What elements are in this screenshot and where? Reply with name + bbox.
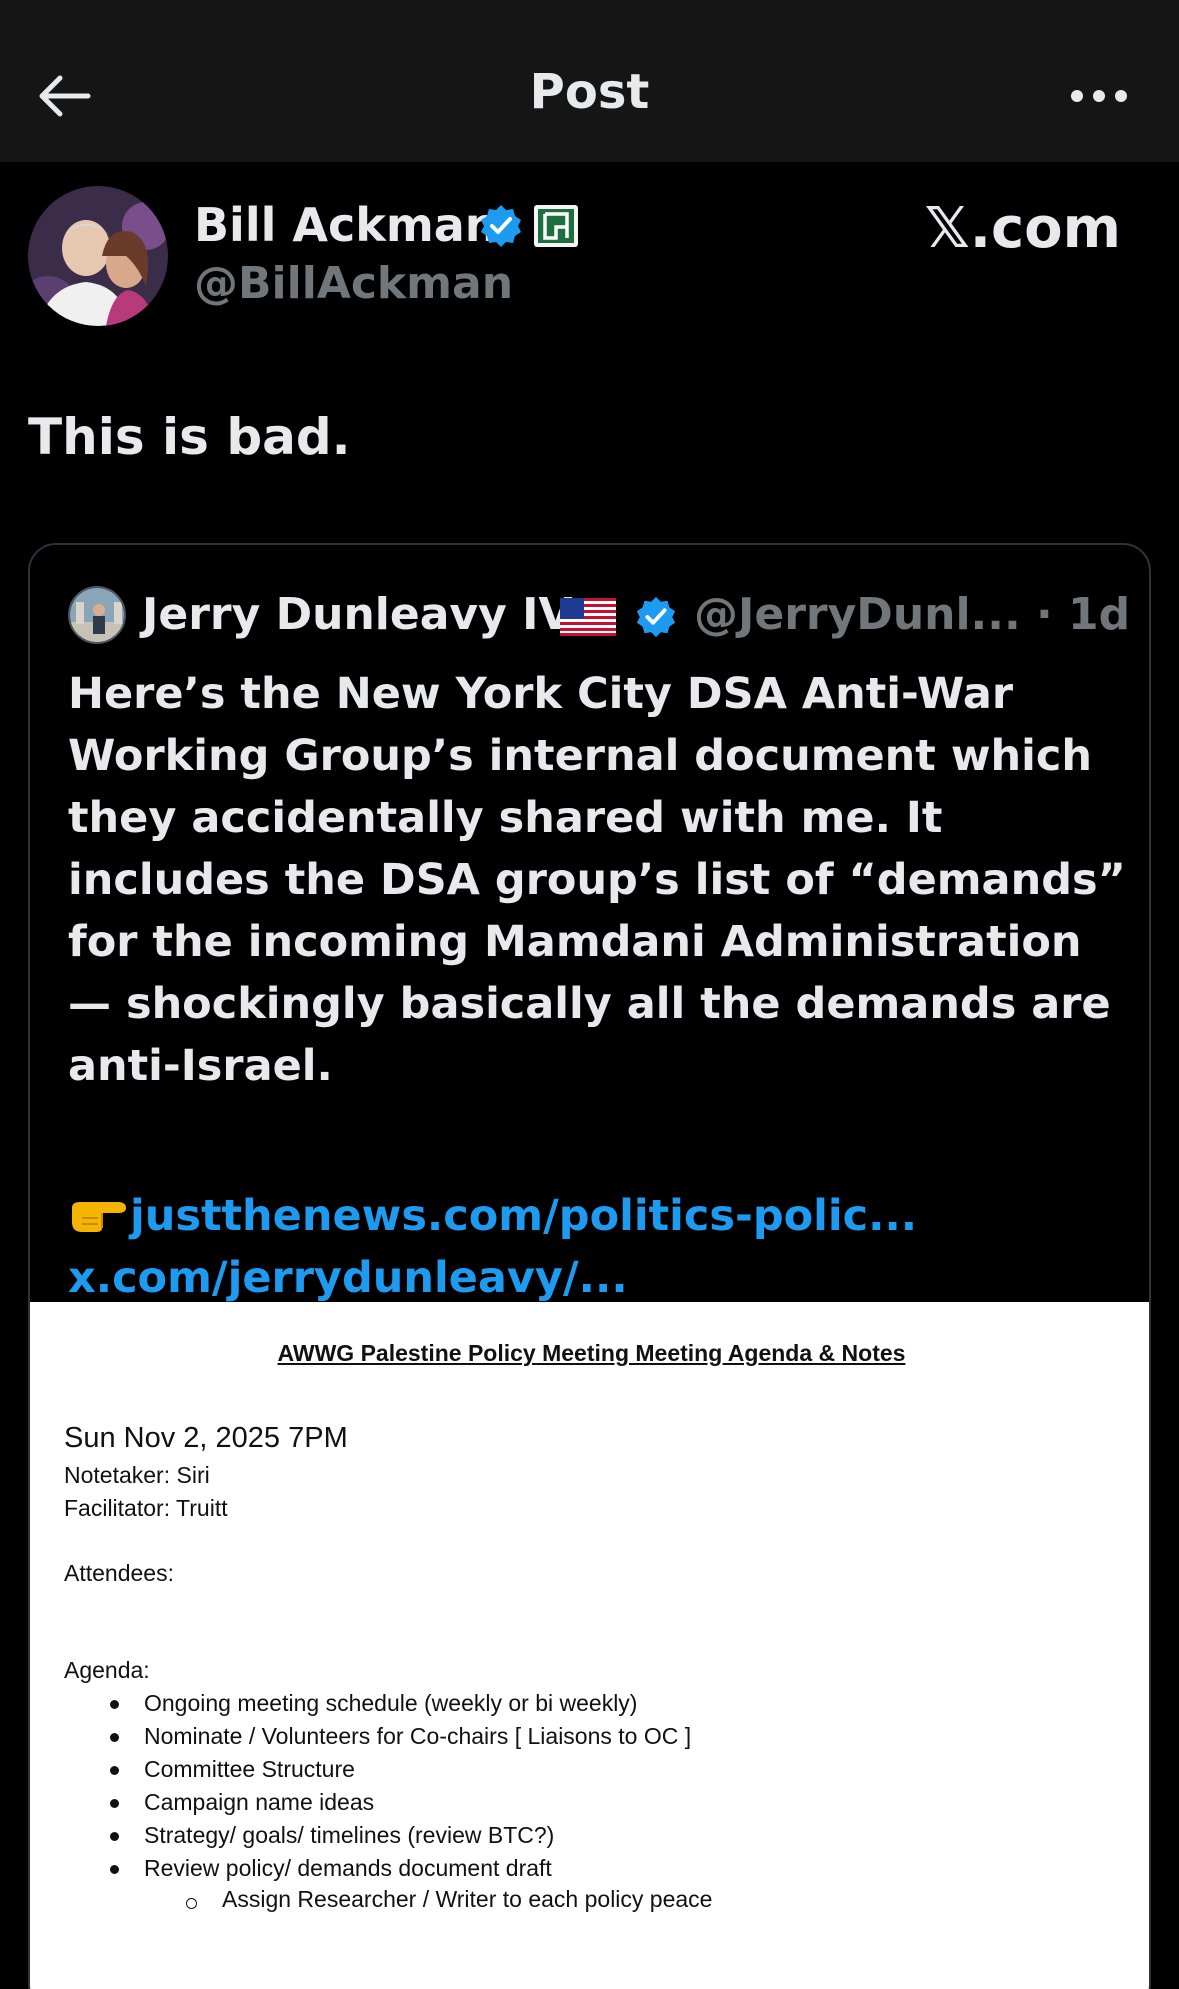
quote-links: justthenews.com/politics-polic... x.com/… bbox=[68, 1185, 1128, 1309]
author-handle[interactable]: @BillAckman bbox=[194, 258, 513, 309]
quote-text: Here’s the New York City DSA Anti-War Wo… bbox=[68, 669, 1126, 1091]
more-options-icon[interactable] bbox=[1059, 72, 1139, 120]
author-avatar[interactable] bbox=[28, 186, 168, 326]
agenda-item: Strategy/ goals/ timelines (review BTC?) bbox=[102, 1819, 691, 1852]
agenda-item: Review policy/ demands document draft bbox=[102, 1852, 552, 1885]
pointing-hand-icon bbox=[68, 1189, 130, 1232]
affiliate-badge-icon[interactable] bbox=[532, 203, 582, 249]
agenda-list: Ongoing meeting schedule (weekly or bi w… bbox=[102, 1687, 691, 1852]
agenda-item: Campaign name ideas bbox=[102, 1786, 691, 1819]
document-agenda-label: Agenda: bbox=[64, 1657, 150, 1683]
agenda-sub-item: Assign Researcher / Writer to each polic… bbox=[180, 1886, 712, 1913]
page-title: Post bbox=[529, 64, 650, 120]
x-post-link[interactable]: x.com/jerrydunleavy/... bbox=[68, 1253, 628, 1303]
document-facilitator: Facilitator: Truitt bbox=[64, 1495, 228, 1521]
author-name[interactable]: Bill Ackman bbox=[194, 198, 498, 252]
agenda-item: Ongoing meeting schedule (weekly or bi w… bbox=[102, 1687, 691, 1720]
document-title: AWWG Palestine Policy Meeting Meeting Ag… bbox=[277, 1340, 906, 1366]
document-date: Sun Nov 2, 2025 7PM bbox=[64, 1422, 348, 1454]
attached-document-image[interactable]: AWWG Palestine Policy Meeting Meeting Ag… bbox=[30, 1302, 1149, 1989]
x-com-watermark: 𝕏.com bbox=[924, 196, 1121, 261]
post-text: This is bad. bbox=[28, 408, 351, 466]
document-attendees: Attendees: bbox=[64, 1560, 174, 1586]
agenda-item: Committee Structure bbox=[102, 1753, 691, 1786]
quote-author-handle-time[interactable]: @JerryDunl... · 1d bbox=[694, 589, 1130, 640]
document-notetaker: Notetaker: Siri bbox=[64, 1462, 210, 1488]
agenda-list-2: Review policy/ demands document draft bbox=[102, 1852, 552, 1885]
quote-verified-badge-icon bbox=[634, 595, 678, 639]
top-bar: Post bbox=[0, 0, 1179, 162]
verified-badge-icon bbox=[478, 203, 524, 249]
us-flag-icon bbox=[560, 598, 616, 636]
quote-author-name[interactable]: Jerry Dunleavy IV bbox=[142, 589, 573, 640]
news-link[interactable]: justthenews.com/politics-polic... bbox=[130, 1191, 917, 1241]
quoted-post-card[interactable]: Jerry Dunleavy IV @JerryDunl... · 1d Her… bbox=[28, 543, 1151, 1989]
agenda-item: Nominate / Volunteers for Co-chairs [ Li… bbox=[102, 1720, 691, 1753]
quote-author-avatar[interactable] bbox=[68, 586, 126, 644]
